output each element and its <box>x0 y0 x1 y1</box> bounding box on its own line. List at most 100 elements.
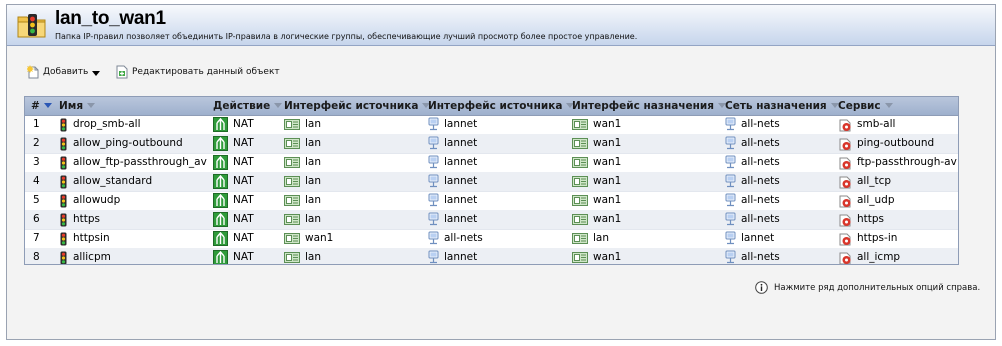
row-number-cell: 7 <box>33 229 57 248</box>
rule-name-cell: drop_smb-all <box>59 115 211 134</box>
interface-icon <box>572 195 588 206</box>
table-row[interactable]: 1 drop_smb-all NAT lan lannet wan1 all-nets smb… <box>25 115 958 135</box>
destination-network-cell: all-nets <box>725 248 835 264</box>
source-network-cell: lannet <box>428 115 570 134</box>
table-row[interactable]: 7 httpsin NAT wan1 all-nets lan lannet https-in <box>25 229 958 249</box>
table-row[interactable]: 3 allow_ftp-passthrough_av NAT lan lannet wan… <box>25 153 958 173</box>
network-object-icon <box>725 117 736 131</box>
source-interface-cell: lan <box>284 210 426 229</box>
service-cell: https <box>838 210 958 229</box>
column-header-name[interactable]: Имя <box>59 97 96 115</box>
edit-object-button[interactable]: Редактировать данный объект <box>115 65 280 79</box>
destination-network-cell: all-nets <box>725 115 835 134</box>
interface-icon <box>284 119 300 130</box>
column-header-source-interface[interactable]: Интерфейс источника <box>284 97 431 115</box>
source-network-cell: lannet <box>428 210 570 229</box>
nat-icon <box>213 174 228 189</box>
destination-network-cell: all-nets <box>725 210 835 229</box>
network-object-icon <box>428 212 439 226</box>
destination-network-text: all-nets <box>741 251 780 263</box>
page-subtitle: Папка IP-правил позволяет объединить IP-… <box>55 32 638 41</box>
row-number-text: 4 <box>33 175 40 187</box>
rule-action-cell: NAT <box>213 248 281 264</box>
source-interface-text: lan <box>305 137 322 149</box>
destination-network-text: all-nets <box>741 194 780 206</box>
network-object-icon <box>428 155 439 169</box>
source-interface-cell: lan <box>284 134 426 153</box>
source-interface-text: lan <box>305 118 322 130</box>
rule-name-text: drop_smb-all <box>73 118 141 130</box>
source-interface-cell: lan <box>284 153 426 172</box>
rule-action-cell: NAT <box>213 153 281 172</box>
add-button[interactable]: Добавить <box>27 65 101 79</box>
destination-network-text: all-nets <box>741 137 780 149</box>
destination-network-cell: all-nets <box>725 134 835 153</box>
destination-network-text: all-nets <box>741 175 780 187</box>
source-network-text: lannet <box>444 213 478 225</box>
sort-desc-icon <box>43 103 52 108</box>
rule-action-text: NAT <box>233 213 254 225</box>
destination-network-text: all-nets <box>741 156 780 168</box>
destination-interface-text: lan <box>593 232 610 244</box>
network-object-icon <box>725 231 736 245</box>
destination-network-cell: lannet <box>725 229 835 248</box>
column-header-num[interactable]: # <box>31 97 52 115</box>
service-text: all_udp <box>857 194 895 206</box>
column-header-destination-interface[interactable]: Интерфейс назначения <box>572 97 727 115</box>
destination-interface-cell: lan <box>572 229 722 248</box>
row-number-cell: 4 <box>33 172 57 191</box>
interface-icon <box>572 176 588 187</box>
source-network-text: lannet <box>444 156 478 168</box>
destination-network-text: lannet <box>741 232 775 244</box>
source-network-cell: all-nets <box>428 229 570 248</box>
row-number-text: 2 <box>33 137 40 149</box>
table-row[interactable]: 6 https NAT lan lannet wan1 all-nets https <box>25 210 958 230</box>
column-header-service[interactable]: Сервис <box>838 97 893 115</box>
sort-icon <box>884 103 893 108</box>
rule-action-cell: NAT <box>213 172 281 191</box>
rule-name-text: allow_standard <box>73 175 153 187</box>
destination-interface-cell: wan1 <box>572 248 722 264</box>
column-header-destination-network[interactable]: Сеть назначения <box>725 97 839 115</box>
destination-network-text: all-nets <box>741 118 780 130</box>
row-number-cell: 3 <box>33 153 57 172</box>
traffic-light-icon <box>60 175 67 188</box>
source-interface-text: lan <box>305 194 322 206</box>
destination-interface-cell: wan1 <box>572 191 722 210</box>
table-row[interactable]: 8 allicpm NAT lan lannet wan1 all-nets all_icmp <box>25 248 958 264</box>
page-frame: lan_to_wan1 Папка IP-правил позволяет об… <box>6 4 996 340</box>
column-header-source-network[interactable]: Интерфейс источника <box>428 97 575 115</box>
source-network-cell: lannet <box>428 248 570 264</box>
service-cell: ping-outbound <box>838 134 958 153</box>
source-network-cell: lannet <box>428 172 570 191</box>
table-row[interactable]: 5 allowudp NAT lan lannet wan1 all-nets all_udp <box>25 191 958 211</box>
rule-action-text: NAT <box>233 194 254 206</box>
column-header-action[interactable]: Действие <box>213 97 283 115</box>
rule-name-text: httpsin <box>73 232 110 244</box>
network-object-icon <box>725 136 736 150</box>
folder-traffic-light-icon <box>17 14 46 38</box>
rule-name-text: allowudp <box>73 194 121 206</box>
table-row[interactable]: 2 allow_ping-outbound NAT lan lannet wan1 all-… <box>25 134 958 154</box>
row-number-text: 7 <box>33 232 40 244</box>
interface-icon <box>284 214 300 225</box>
service-text: ftp-passthrough-av <box>857 156 957 168</box>
traffic-light-icon <box>60 251 67 264</box>
source-network-text: lannet <box>444 251 478 263</box>
sort-icon <box>87 103 96 108</box>
traffic-light-icon <box>60 118 67 131</box>
add-button-label: Добавить <box>43 67 89 77</box>
network-object-icon <box>725 212 736 226</box>
rule-action-text: NAT <box>233 156 254 168</box>
network-object-icon <box>428 136 439 150</box>
network-object-icon <box>428 193 439 207</box>
destination-interface-cell: wan1 <box>572 115 722 134</box>
nat-icon <box>213 231 228 246</box>
source-interface-text: lan <box>305 251 322 263</box>
network-object-icon <box>725 250 736 264</box>
rule-name-text: allicpm <box>73 251 111 263</box>
table-row[interactable]: 4 allow_standard NAT lan lannet wan1 all-nets a… <box>25 172 958 192</box>
service-text: https-in <box>857 232 898 244</box>
source-interface-cell: lan <box>284 191 426 210</box>
edit-object-label: Редактировать данный объект <box>132 67 280 77</box>
